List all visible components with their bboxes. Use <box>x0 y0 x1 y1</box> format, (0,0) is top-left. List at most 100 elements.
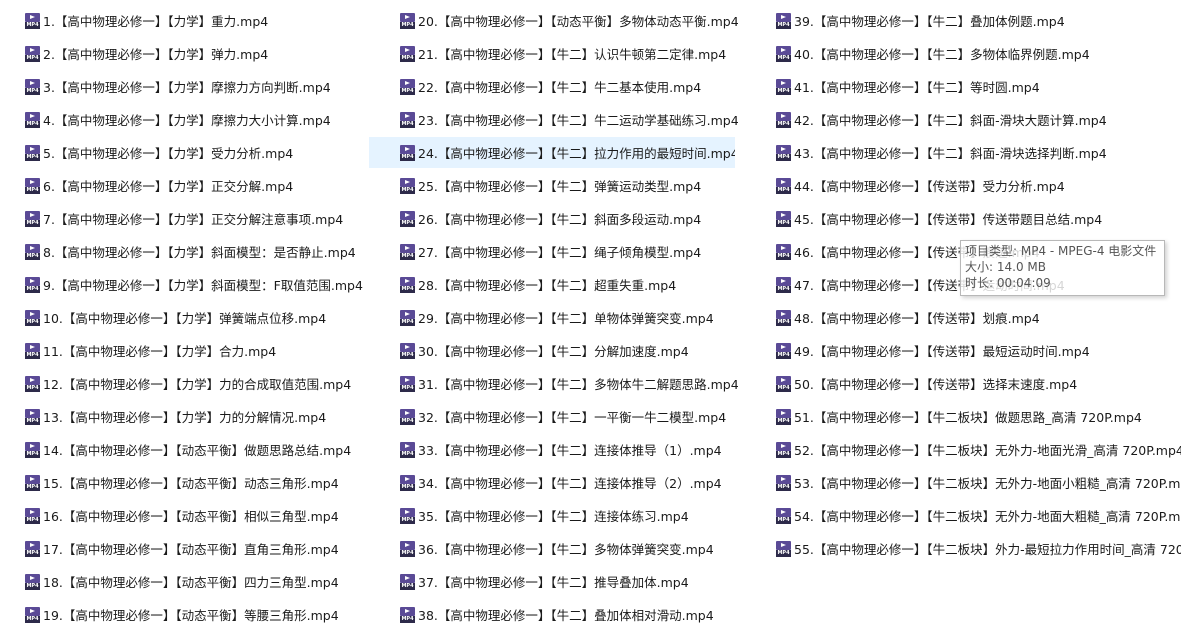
file-item[interactable]: MP4 35.【高中物理必修一】【牛二】连接体练习.mp4 <box>375 500 741 531</box>
file-info-tooltip: 项目类型: MP4 - MPEG-4 电影文件 大小: 14.0 MB 时长: … <box>960 240 1165 296</box>
file-item[interactable]: MP4 31.【高中物理必修一】【牛二】多物体牛二解题思路.mp4 <box>375 368 741 399</box>
file-item[interactable]: MP4 26.【高中物理必修一】【牛二】斜面多段运动.mp4 <box>375 203 741 234</box>
file-item[interactable]: MP4 52.【高中物理必修一】【牛二板块】无外力-地面光滑_高清 720P.mp… <box>751 434 1181 465</box>
mp4-file-icon: MP4 <box>400 342 415 359</box>
file-item[interactable]: MP4 41.【高中物理必修一】【牛二】等时圆.mp4 <box>751 71 1181 102</box>
mp4-file-icon: MP4 <box>776 243 791 260</box>
mp4-file-icon: MP4 <box>400 276 415 293</box>
mp4-file-icon: MP4 <box>25 375 40 392</box>
file-item[interactable]: MP4 22.【高中物理必修一】【牛二】牛二基本使用.mp4 <box>375 71 741 102</box>
file-item[interactable]: MP4 13.【高中物理必修一】【力学】力的分解情况.mp4 <box>0 401 369 432</box>
mp4-file-icon: MP4 <box>400 243 415 260</box>
mp4-file-icon: MP4 <box>400 507 415 524</box>
file-item[interactable]: MP4 2.【高中物理必修一】【力学】弹力.mp4 <box>0 38 369 69</box>
tooltip-type: 项目类型: MP4 - MPEG-4 电影文件 <box>965 244 1157 258</box>
file-item[interactable]: MP4 51.【高中物理必修一】【牛二板块】做题思路_高清 720P.mp4 <box>751 401 1181 432</box>
file-name: 34.【高中物理必修一】【牛二】连接体推导（2）.mp4 <box>418 476 722 491</box>
file-item[interactable]: MP4 24.【高中物理必修一】【牛二】拉力作用的最短时间.mp4 <box>369 137 735 168</box>
file-item[interactable]: MP4 9.【高中物理必修一】【力学】斜面模型：F取值范围.mp4 <box>0 269 369 300</box>
file-item[interactable]: MP4 29.【高中物理必修一】【牛二】单物体弹簧突变.mp4 <box>375 302 741 333</box>
file-item[interactable]: MP4 16.【高中物理必修一】【动态平衡】相似三角型.mp4 <box>0 500 369 531</box>
file-name: 35.【高中物理必修一】【牛二】连接体练习.mp4 <box>418 509 689 524</box>
file-item[interactable]: MP4 7.【高中物理必修一】【力学】正交分解注意事项.mp4 <box>0 203 369 234</box>
file-item[interactable]: MP4 28.【高中物理必修一】【牛二】超重失重.mp4 <box>375 269 741 300</box>
file-item[interactable]: MP4 4.【高中物理必修一】【力学】摩擦力大小计算.mp4 <box>0 104 369 135</box>
file-name: 11.【高中物理必修一】【力学】合力.mp4 <box>43 344 277 359</box>
file-name: 21.【高中物理必修一】【牛二】认识牛顿第二定律.mp4 <box>418 47 727 62</box>
mp4-file-icon: MP4 <box>25 342 40 359</box>
file-item[interactable]: MP4 1.【高中物理必修一】【力学】重力.mp4 <box>0 5 369 36</box>
file-item[interactable]: MP4 34.【高中物理必修一】【牛二】连接体推导（2）.mp4 <box>375 467 741 498</box>
file-name: 26.【高中物理必修一】【牛二】斜面多段运动.mp4 <box>418 212 702 227</box>
file-item[interactable]: MP4 36.【高中物理必修一】【牛二】多物体弹簧突变.mp4 <box>375 533 741 564</box>
mp4-file-icon: MP4 <box>25 507 40 524</box>
file-item[interactable]: MP4 39.【高中物理必修一】【牛二】叠加体例题.mp4 <box>751 5 1181 36</box>
file-item[interactable]: MP4 11.【高中物理必修一】【力学】合力.mp4 <box>0 335 369 366</box>
file-name: 30.【高中物理必修一】【牛二】分解加速度.mp4 <box>418 344 689 359</box>
file-item[interactable]: MP4 33.【高中物理必修一】【牛二】连接体推导（1）.mp4 <box>375 434 741 465</box>
file-name: 25.【高中物理必修一】【牛二】弹簧运动类型.mp4 <box>418 179 702 194</box>
file-item[interactable]: MP4 49.【高中物理必修一】【传送带】最短运动时间.mp4 <box>751 335 1181 366</box>
file-name: 18.【高中物理必修一】【动态平衡】四力三角型.mp4 <box>43 575 339 590</box>
file-item[interactable]: MP4 5.【高中物理必修一】【力学】受力分析.mp4 <box>0 137 369 168</box>
file-item[interactable]: MP4 44.【高中物理必修一】【传送带】受力分析.mp4 <box>751 170 1181 201</box>
file-item[interactable]: MP4 45.【高中物理必修一】【传送带】传送带题目总结.mp4 <box>751 203 1181 234</box>
file-item[interactable]: MP4 37.【高中物理必修一】【牛二】推导叠加体.mp4 <box>375 566 741 597</box>
mp4-file-icon: MP4 <box>400 375 415 392</box>
file-name: 27.【高中物理必修一】【牛二】绳子倾角模型.mp4 <box>418 245 702 260</box>
file-item[interactable]: MP4 20.【高中物理必修一】【动态平衡】多物体动态平衡.mp4 <box>375 5 741 36</box>
mp4-file-icon: MP4 <box>776 78 791 95</box>
file-name: 6.【高中物理必修一】【力学】正交分解.mp4 <box>43 179 294 194</box>
file-item[interactable]: MP4 43.【高中物理必修一】【牛二】斜面-滑块选择判断.mp4 <box>751 137 1181 168</box>
file-item[interactable]: MP4 27.【高中物理必修一】【牛二】绳子倾角模型.mp4 <box>375 236 741 267</box>
file-item[interactable]: MP4 23.【高中物理必修一】【牛二】牛二运动学基础练习.mp4 <box>375 104 741 135</box>
file-item[interactable]: MP4 12.【高中物理必修一】【力学】力的合成取值范围.mp4 <box>0 368 369 399</box>
tooltip-size: 大小: 14.0 MB <box>965 260 1046 274</box>
file-name: 4.【高中物理必修一】【力学】摩擦力大小计算.mp4 <box>43 113 331 128</box>
file-item[interactable]: MP4 38.【高中物理必修一】【牛二】叠加体相对滑动.mp4 <box>375 599 741 630</box>
file-item[interactable]: MP4 15.【高中物理必修一】【动态平衡】动态三角形.mp4 <box>0 467 369 498</box>
file-item[interactable]: MP4 10.【高中物理必修一】【力学】弹簧端点位移.mp4 <box>0 302 369 333</box>
mp4-file-icon: MP4 <box>25 12 40 29</box>
file-item[interactable]: MP4 6.【高中物理必修一】【力学】正交分解.mp4 <box>0 170 369 201</box>
mp4-file-icon: MP4 <box>776 342 791 359</box>
file-item[interactable]: MP4 32.【高中物理必修一】【牛二】一平衡一牛二模型.mp4 <box>375 401 741 432</box>
file-name: 17.【高中物理必修一】【动态平衡】直角三角形.mp4 <box>43 542 339 557</box>
mp4-file-icon: MP4 <box>776 474 791 491</box>
mp4-file-icon: MP4 <box>400 111 415 128</box>
file-name: 38.【高中物理必修一】【牛二】叠加体相对滑动.mp4 <box>418 608 714 623</box>
file-name: 9.【高中物理必修一】【力学】斜面模型：F取值范围.mp4 <box>43 278 363 293</box>
file-list: MP4 1.【高中物理必修一】【力学】重力.mp4 MP4 2.【高中物理必修一】【力… <box>0 0 1181 640</box>
mp4-file-icon: MP4 <box>400 309 415 326</box>
mp4-file-icon: MP4 <box>25 441 40 458</box>
file-name: 22.【高中物理必修一】【牛二】牛二基本使用.mp4 <box>418 80 702 95</box>
file-name: 29.【高中物理必修一】【牛二】单物体弹簧突变.mp4 <box>418 311 714 326</box>
file-item[interactable]: MP4 54.【高中物理必修一】【牛二板块】无外力-地面大粗糙_高清 720P.m… <box>751 500 1181 531</box>
mp4-file-icon: MP4 <box>776 12 791 29</box>
file-item[interactable]: MP4 42.【高中物理必修一】【牛二】斜面-滑块大题计算.mp4 <box>751 104 1181 135</box>
file-item[interactable]: MP4 3.【高中物理必修一】【力学】摩擦力方向判断.mp4 <box>0 71 369 102</box>
file-item[interactable]: MP4 30.【高中物理必修一】【牛二】分解加速度.mp4 <box>375 335 741 366</box>
file-name: 36.【高中物理必修一】【牛二】多物体弹簧突变.mp4 <box>418 542 714 557</box>
file-name: 1.【高中物理必修一】【力学】重力.mp4 <box>43 14 269 29</box>
file-item[interactable]: MP4 17.【高中物理必修一】【动态平衡】直角三角形.mp4 <box>0 533 369 564</box>
file-item[interactable]: MP4 18.【高中物理必修一】【动态平衡】四力三角型.mp4 <box>0 566 369 597</box>
file-item[interactable]: MP4 50.【高中物理必修一】【传送带】选择末速度.mp4 <box>751 368 1181 399</box>
file-item[interactable]: MP4 19.【高中物理必修一】【动态平衡】等腰三角形.mp4 <box>0 599 369 630</box>
file-item[interactable]: MP4 8.【高中物理必修一】【力学】斜面模型：是否静止.mp4 <box>0 236 369 267</box>
file-item[interactable]: MP4 55.【高中物理必修一】【牛二板块】外力-最短拉力作用时间_高清 720P… <box>751 533 1181 564</box>
mp4-file-icon: MP4 <box>400 606 415 623</box>
mp4-file-icon: MP4 <box>25 606 40 623</box>
file-item[interactable]: MP4 14.【高中物理必修一】【动态平衡】做题思路总结.mp4 <box>0 434 369 465</box>
file-name: 10.【高中物理必修一】【力学】弹簧端点位移.mp4 <box>43 311 327 326</box>
file-name: 37.【高中物理必修一】【牛二】推导叠加体.mp4 <box>418 575 689 590</box>
mp4-file-icon: MP4 <box>25 243 40 260</box>
file-item[interactable]: MP4 48.【高中物理必修一】【传送带】划痕.mp4 <box>751 302 1181 333</box>
file-name: 13.【高中物理必修一】【力学】力的分解情况.mp4 <box>43 410 327 425</box>
file-name: 43.【高中物理必修一】【牛二】斜面-滑块选择判断.mp4 <box>794 146 1107 161</box>
file-item[interactable]: MP4 25.【高中物理必修一】【牛二】弹簧运动类型.mp4 <box>375 170 741 201</box>
file-item[interactable]: MP4 21.【高中物理必修一】【牛二】认识牛顿第二定律.mp4 <box>375 38 741 69</box>
file-item[interactable]: MP4 53.【高中物理必修一】【牛二板块】无外力-地面小粗糙_高清 720P.m… <box>751 467 1181 498</box>
mp4-file-icon: MP4 <box>25 540 40 557</box>
file-item[interactable]: MP4 40.【高中物理必修一】【牛二】多物体临界例题.mp4 <box>751 38 1181 69</box>
